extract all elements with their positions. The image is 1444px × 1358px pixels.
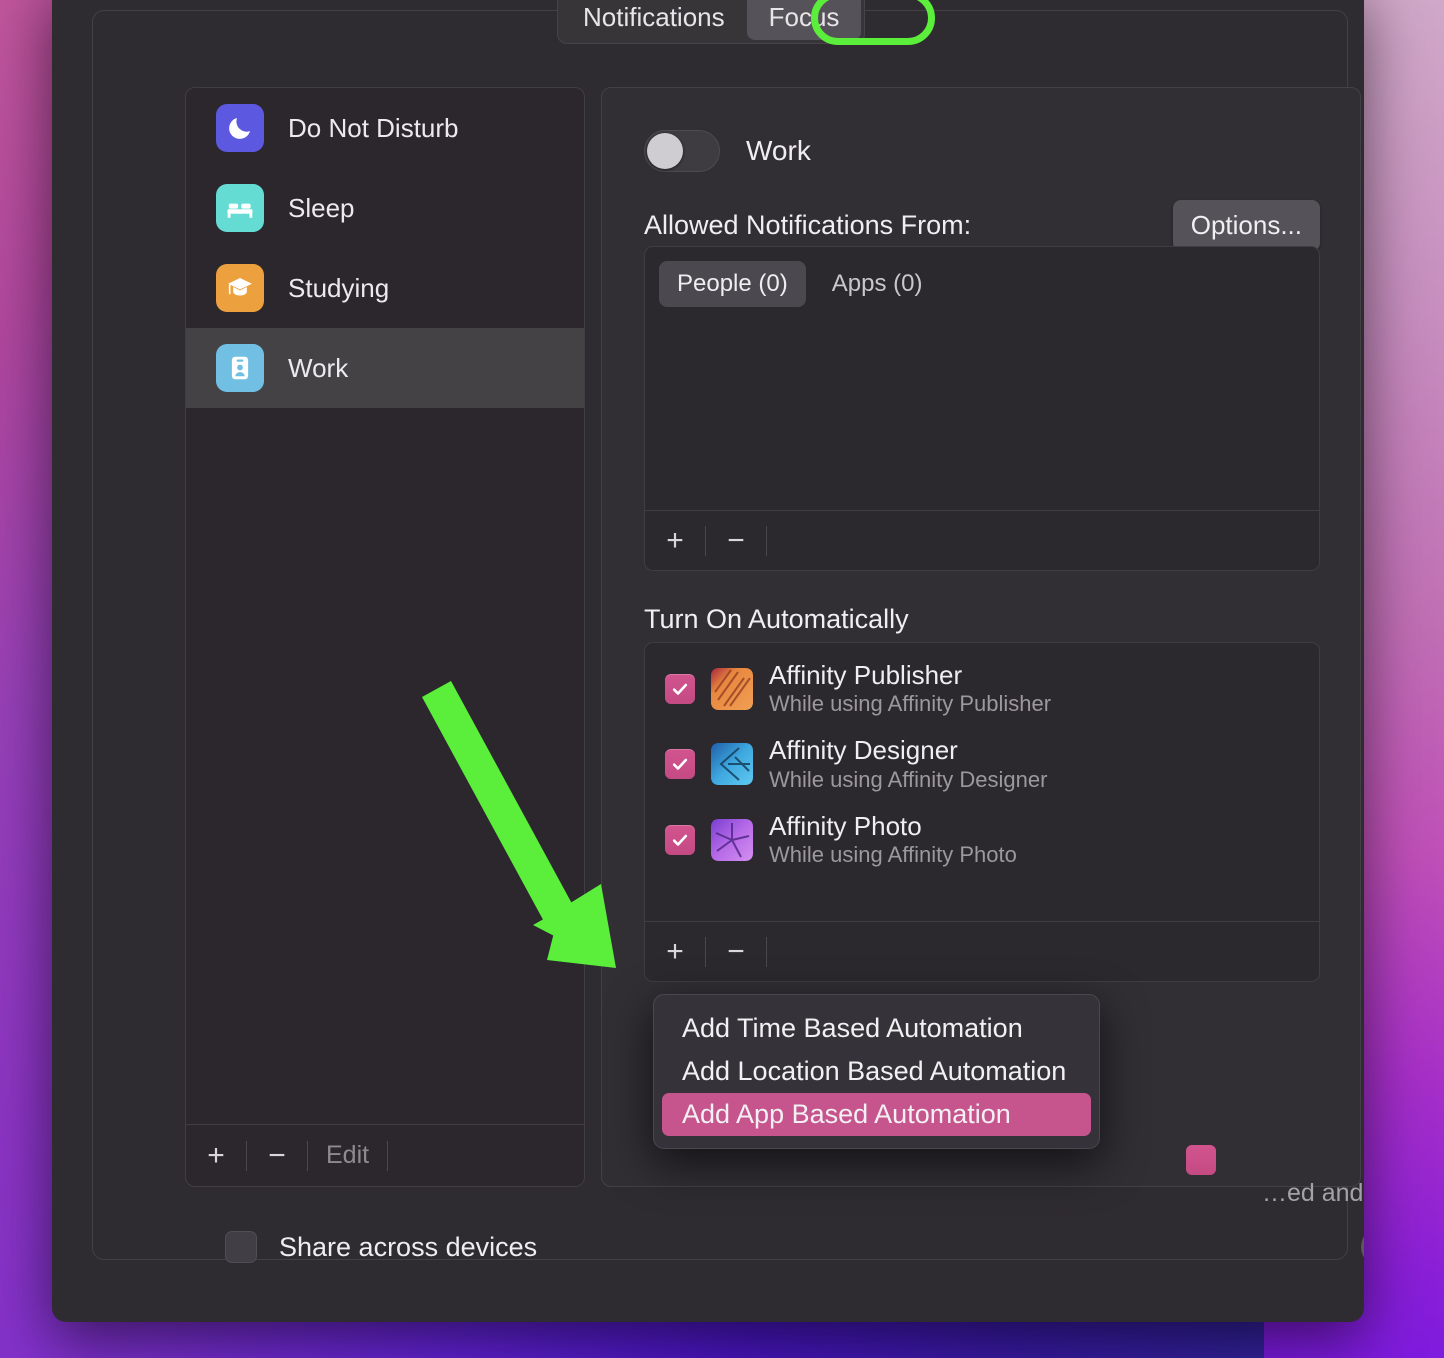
affinity-photo-icon [711,818,753,861]
tab-notifications[interactable]: Notifications [561,0,747,40]
allowed-toolbar: + − [645,510,1319,570]
share-across-devices-checkbox[interactable] [225,1231,257,1263]
allowed-list[interactable] [645,307,1319,485]
focus-title: Work [746,135,811,166]
segmented-control: Notifications Focus [557,0,866,44]
add-allowed-button[interactable]: + [645,511,705,570]
allowed-notifications-label: Allowed Notifications From: [644,210,972,240]
automation-row[interactable]: Affinity Publisher While using Affinity … [645,643,1319,726]
allowed-notifications-box: People (0) Apps (0) + − [644,246,1320,571]
automation-app-name: Affinity Publisher [769,660,963,690]
focus-enable-row: Work [644,130,811,172]
automation-context-menu: Add Time Based Automation Add Location B… [653,994,1100,1149]
menu-item-add-location-based-automation[interactable]: Add Location Based Automation [662,1050,1091,1093]
sidebar-item-studying[interactable]: Studying [186,248,584,328]
sidebar-item-do-not-disturb[interactable]: Do Not Disturb [186,88,584,168]
menu-item-add-time-based-automation[interactable]: Add Time Based Automation [662,1007,1091,1050]
tab-apps[interactable]: Apps (0) [814,261,941,307]
toolbar-divider [766,525,767,556]
automation-row[interactable]: Affinity Photo While using Affinity Phot… [645,802,1319,877]
id-badge-icon [216,344,264,392]
moon-icon [216,104,264,152]
sidebar-item-label: Work [288,352,349,383]
tab-people[interactable]: People (0) [659,261,806,307]
options-button[interactable]: Options... [1172,200,1320,251]
obscured-checkbox[interactable] [1186,1145,1216,1175]
window-tab-bar: Notifications Focus [52,0,1364,54]
allowed-notifications-row: Allowed Notifications From: Options... [644,200,1320,251]
turn-on-automatically-label: Turn On Automatically [644,604,909,634]
automation-toolbar: + − [645,921,1319,981]
remove-focus-button[interactable]: − [247,1125,307,1186]
sidebar-item-sleep[interactable]: Sleep [186,168,584,248]
automation-app-name: Affinity Designer [769,735,958,766]
automation-app-subtitle: While using Affinity Designer [769,766,1048,792]
sidebar-toolbar: + − Edit [186,1124,584,1186]
toolbar-divider [766,936,767,967]
checkbox-checked-icon[interactable] [665,673,695,704]
automation-text: Affinity Photo While using Affinity Phot… [769,810,1017,867]
focus-description-text: …ed and allow …ing is important. [1262,1179,1364,1207]
checkbox-checked-icon[interactable] [665,749,695,780]
add-focus-button[interactable]: + [186,1125,246,1186]
remove-allowed-button[interactable]: − [706,511,766,570]
sidebar-item-label: Sleep [288,192,355,223]
automation-list-box: Affinity Publisher While using Affinity … [644,642,1320,982]
remove-automation-button[interactable]: − [706,922,766,981]
automation-app-subtitle: While using Affinity Publisher [769,691,1052,717]
automation-app-name: Affinity Photo [769,810,922,841]
sidebar-item-label: Do Not Disturb [288,112,459,143]
focus-modes-sidebar: Do Not Disturb Sleep Studying Work + − E… [185,87,585,1187]
share-across-devices-row[interactable]: Share across devices [225,1231,537,1263]
menu-item-add-app-based-automation[interactable]: Add App Based Automation [662,1093,1091,1136]
help-button[interactable]: ? [1361,1227,1364,1267]
graduation-cap-icon [216,264,264,312]
toggle-knob [647,133,683,169]
automation-row[interactable]: Affinity Designer While using Affinity D… [645,726,1319,801]
affinity-publisher-icon [711,667,753,710]
bed-icon [216,184,264,232]
affinity-designer-icon [711,743,753,786]
share-across-devices-label: Share across devices [279,1231,538,1262]
focus-toggle-switch[interactable] [644,130,720,172]
tab-focus[interactable]: Focus [746,0,862,40]
automation-text: Affinity Designer While using Affinity D… [769,735,1048,792]
toolbar-divider [387,1140,389,1171]
system-preferences-window: Do Not Disturb Sleep Studying Work + − E… [52,0,1364,1322]
automation-app-subtitle: While using Affinity Photo [769,841,1017,867]
sidebar-item-label: Studying [288,272,390,303]
add-automation-button[interactable]: + [645,922,705,981]
allowed-tabs: People (0) Apps (0) [645,247,1319,307]
edit-focus-button[interactable]: Edit [308,1125,387,1186]
automation-text: Affinity Publisher While using Affinity … [769,660,1052,717]
sidebar-item-work[interactable]: Work [186,328,584,408]
checkbox-checked-icon[interactable] [665,824,695,855]
